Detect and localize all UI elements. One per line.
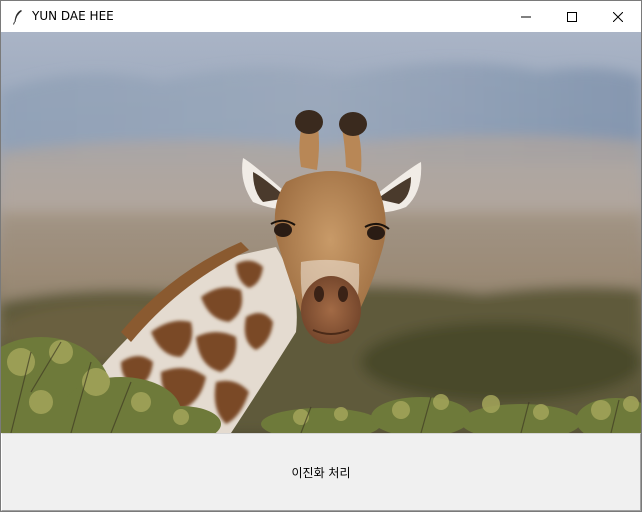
- maximize-button[interactable]: [549, 1, 595, 32]
- window-controls: [503, 1, 641, 32]
- binarize-button-label: 이진화 처리: [291, 465, 351, 480]
- window-title: YUN DAE HEE: [32, 9, 114, 23]
- minimize-button[interactable]: [503, 1, 549, 32]
- feather-icon: [10, 9, 26, 25]
- close-button[interactable]: [595, 1, 641, 32]
- title-bar[interactable]: YUN DAE HEE: [1, 1, 641, 32]
- maximize-icon: [567, 7, 577, 26]
- minimize-icon: [521, 7, 531, 26]
- giraffe-photo: [1, 32, 641, 433]
- close-icon: [612, 7, 624, 26]
- binarize-button[interactable]: 이진화 처리: [1, 433, 641, 511]
- app-window: YUN DAE HEE 이진화 처리: [0, 0, 642, 512]
